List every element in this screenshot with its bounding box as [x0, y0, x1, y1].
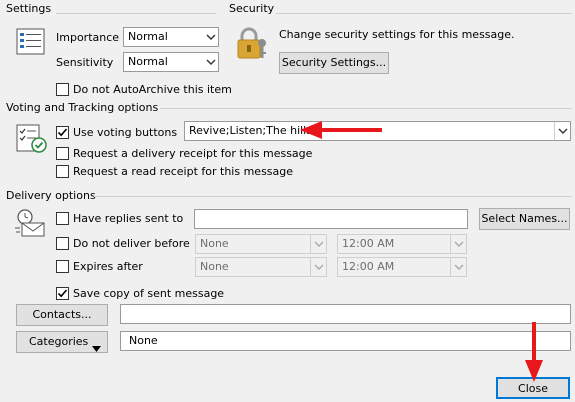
chevron-down-icon: [554, 122, 570, 140]
do-not-deliver-label: Do not deliver before: [73, 237, 190, 250]
voting-buttons-value: Revive;Listen;The hills: [189, 124, 312, 137]
delivery-section-title: Delivery options: [6, 189, 96, 202]
save-copy-label: Save copy of sent message: [73, 287, 225, 300]
caret-down-icon: [92, 339, 101, 359]
importance-select[interactable]: Normal: [123, 27, 219, 47]
read-receipt-label: Request a read receipt for this message: [73, 165, 294, 178]
security-description: Change security settings for this messag…: [279, 28, 515, 41]
save-copy-checkbox[interactable]: [56, 287, 69, 300]
importance-value: Normal: [128, 30, 168, 43]
expires-time-select[interactable]: 12:00 AM: [337, 257, 467, 277]
have-replies-checkbox[interactable]: [56, 212, 69, 225]
expires-date-value: None: [200, 260, 229, 273]
contacts-input[interactable]: [120, 304, 571, 324]
voting-section-title: Voting and Tracking options: [6, 101, 159, 114]
voting-divider: [160, 108, 572, 109]
sensitivity-select[interactable]: Normal: [123, 52, 219, 72]
security-divider: [276, 13, 572, 14]
expires-time-value: 12:00 AM: [342, 260, 395, 273]
do-not-deliver-time-select[interactable]: 12:00 AM: [337, 234, 467, 254]
do-not-deliver-checkbox[interactable]: [56, 237, 69, 250]
chevron-down-icon: [450, 235, 466, 253]
checkmark-icon: [57, 289, 68, 298]
expires-date-select[interactable]: None: [195, 257, 327, 277]
do-not-deliver-time-value: 12:00 AM: [342, 237, 395, 250]
expires-after-label: Expires after: [73, 260, 143, 273]
categories-input[interactable]: None: [120, 331, 571, 351]
use-voting-checkbox[interactable]: [56, 126, 69, 139]
select-names-button[interactable]: Select Names...: [479, 208, 570, 230]
annotation-arrow-down: [524, 322, 544, 387]
delivery-envelope-clock-icon: [14, 208, 48, 241]
have-replies-label: Have replies sent to: [73, 212, 184, 225]
security-settings-button[interactable]: Security Settings...: [279, 52, 389, 74]
autoarchive-checkbox[interactable]: [56, 83, 69, 96]
chevron-down-icon: [310, 258, 326, 276]
security-section-title: Security: [229, 2, 275, 15]
contacts-button[interactable]: Contacts...: [16, 304, 108, 326]
chevron-down-icon: [310, 235, 326, 253]
categories-button-label: Categories: [29, 335, 89, 348]
chevron-down-icon: [202, 53, 218, 71]
use-voting-label: Use voting buttons: [73, 126, 178, 139]
delivery-receipt-label: Request a delivery receipt for this mess…: [73, 147, 313, 160]
delivery-divider: [94, 196, 572, 197]
sensitivity-label: Sensitivity: [56, 56, 114, 69]
read-receipt-checkbox[interactable]: [56, 165, 69, 178]
checkmark-icon: [57, 128, 68, 137]
chevron-down-icon: [202, 28, 218, 46]
settings-section-title: Settings: [6, 2, 52, 15]
settings-divider: [56, 13, 216, 14]
importance-label: Importance: [56, 31, 120, 44]
do-not-deliver-date-select[interactable]: None: [195, 234, 327, 254]
categories-button[interactable]: Categories: [16, 331, 108, 353]
do-not-deliver-date-value: None: [200, 237, 229, 250]
annotation-arrow-left: [298, 120, 384, 143]
replies-to-input[interactable]: [194, 209, 468, 229]
expires-after-checkbox[interactable]: [56, 260, 69, 273]
settings-list-icon: [16, 28, 46, 59]
autoarchive-label: Do not AutoArchive this item: [73, 83, 232, 96]
lock-key-icon: [234, 26, 270, 65]
sensitivity-value: Normal: [128, 55, 168, 68]
voting-checklist-icon: [16, 124, 48, 157]
delivery-receipt-checkbox[interactable]: [56, 147, 69, 160]
chevron-down-icon: [450, 258, 466, 276]
